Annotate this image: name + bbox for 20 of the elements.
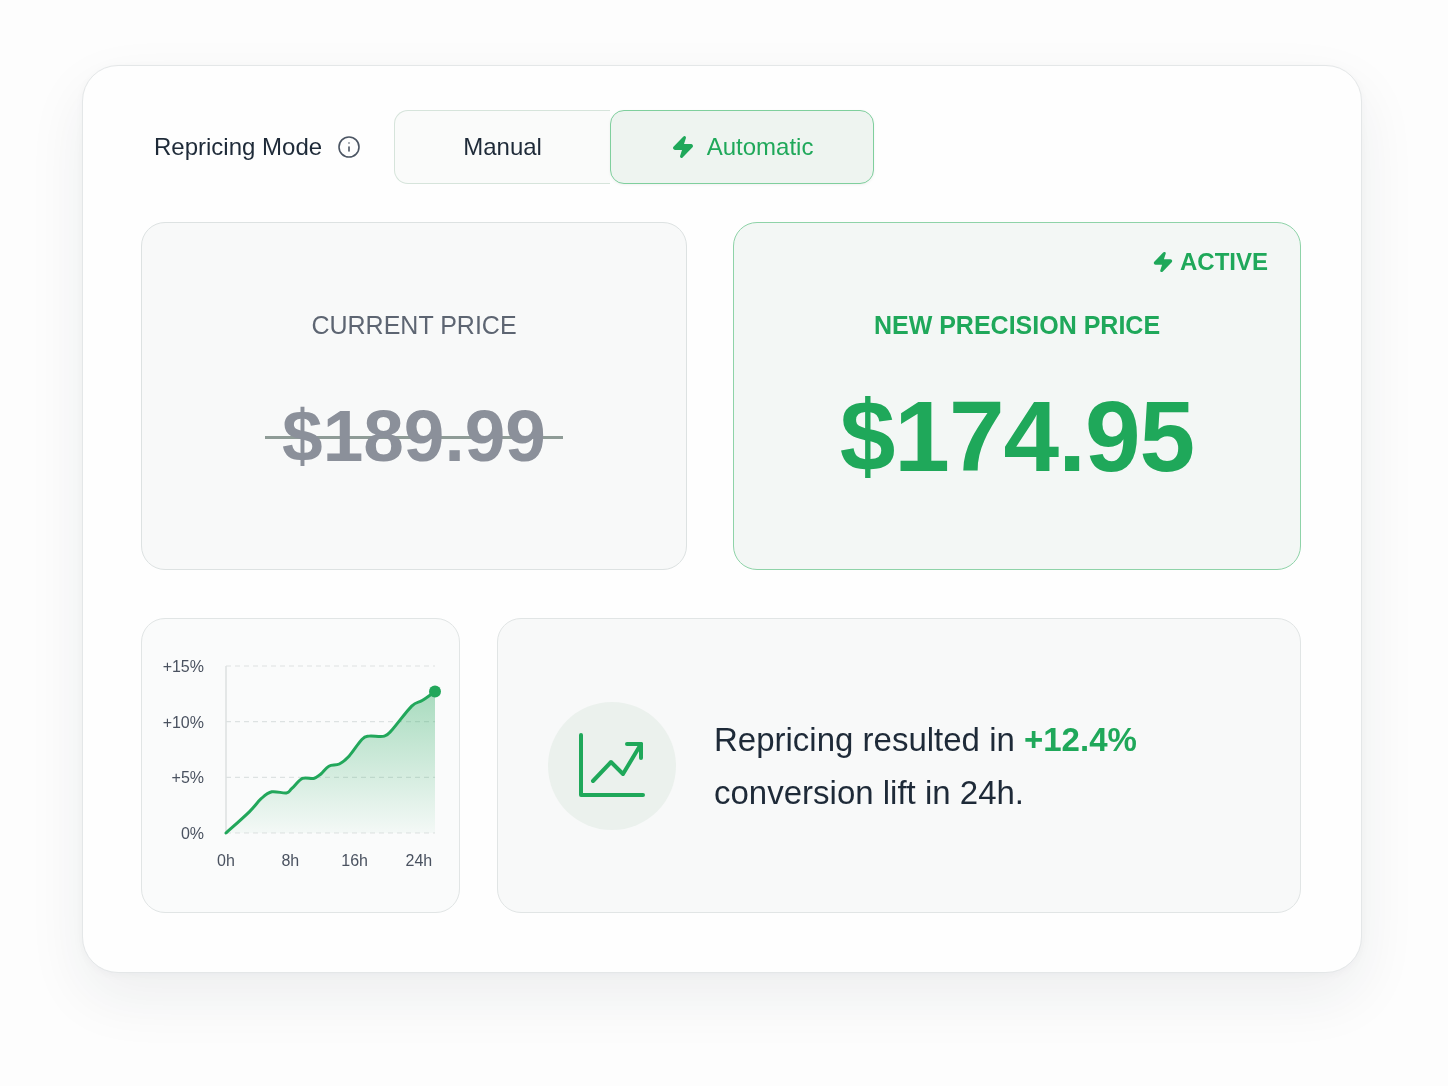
y-axis-label: +15% [162, 658, 204, 675]
x-axis-label: 24h [405, 852, 433, 869]
new-price: $174.95 [839, 386, 1195, 486]
result-text: Repricing resulted in +12.4% conversion lift in 24h. [714, 719, 1138, 813]
status-label: ACTIVE [1180, 247, 1268, 277]
x-axis-label: 8h [281, 852, 300, 869]
mode-toggle-button[interactable]: Manual [394, 110, 611, 184]
price-label: CURRENT PRICE [311, 310, 517, 340]
lightning-icon [1152, 251, 1174, 273]
trend-up-icon [548, 701, 676, 830]
lightning-icon [670, 135, 695, 159]
y-axis-label: +5% [171, 769, 204, 787]
endpoint-marker [429, 685, 441, 698]
price-label: NEW PRECISION PRICE [873, 310, 1161, 340]
y-axis-label: +10% [162, 713, 204, 731]
section-label: Repricing Mode [154, 133, 323, 161]
x-axis-label: 16h [341, 852, 368, 869]
x-axis-label: 0h [217, 852, 235, 869]
info-icon[interactable] [337, 135, 362, 159]
y-axis-label: 0% [180, 825, 204, 842]
